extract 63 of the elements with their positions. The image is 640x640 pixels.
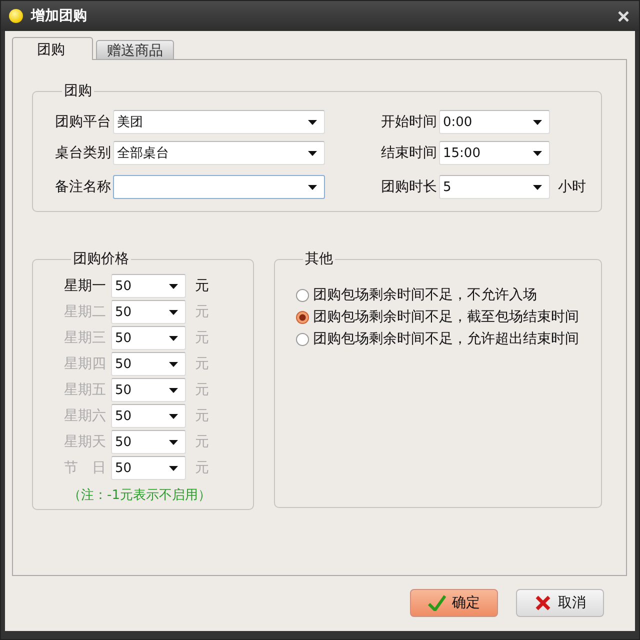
unit-label: 元 xyxy=(195,433,209,451)
field-label: 桌台类别 xyxy=(55,144,112,162)
group-title: 其他 xyxy=(304,250,334,268)
caret-icon xyxy=(169,440,178,444)
radio-button[interactable] xyxy=(296,332,309,346)
radio-button[interactable] xyxy=(296,288,309,302)
unit-label: 元 xyxy=(195,329,209,347)
unit-label: 元 xyxy=(195,459,209,477)
caret-icon xyxy=(169,310,178,314)
unit-label: 元 xyxy=(195,277,209,295)
caret-icon xyxy=(308,184,317,190)
unit-label: 小时 xyxy=(558,178,586,196)
option-label[interactable]: 团购包场剩余时间不足，不允许入场 xyxy=(313,286,537,304)
cancel-button[interactable]: 取消 xyxy=(516,589,604,617)
caret-icon xyxy=(169,362,178,366)
note-text: （注：-1元表示不启用） xyxy=(68,487,212,504)
caret-icon xyxy=(169,388,178,392)
day-label: 星期二 xyxy=(64,303,107,321)
day-label: 星期五 xyxy=(64,381,107,399)
radio-button[interactable] xyxy=(296,310,309,324)
field-label: 备注名称 xyxy=(55,178,112,196)
dropdown-field[interactable]: 5 xyxy=(439,175,550,199)
cross-icon xyxy=(534,595,552,611)
day-label: 星期六 xyxy=(64,407,107,425)
unit-label: 元 xyxy=(195,355,209,373)
option-label[interactable]: 团购包场剩余时间不足，截至包场结束时间 xyxy=(313,308,579,326)
caret-icon xyxy=(169,466,178,470)
dropdown-field[interactable]: 全部桌台 xyxy=(113,141,325,165)
caret-icon xyxy=(308,120,317,124)
tab[interactable]: 赠送商品 xyxy=(96,40,174,59)
day-label: 节 日 xyxy=(64,459,107,477)
caret-icon xyxy=(533,184,542,190)
day-label: 星期一 xyxy=(64,277,107,295)
option-label[interactable]: 团购包场剩余时间不足，允许超出结束时间 xyxy=(313,330,579,348)
checkmark-icon xyxy=(428,595,446,611)
dropdown-field[interactable]: 美团 xyxy=(113,110,325,134)
dropdown-field[interactable]: 15:00 xyxy=(439,141,550,165)
day-label: 星期三 xyxy=(64,329,107,347)
window-dot-icon xyxy=(9,9,23,23)
caret-icon xyxy=(533,120,542,124)
group-title: 团购价格 xyxy=(72,250,130,268)
day-label: 星期天 xyxy=(64,433,107,451)
dropdown-field[interactable]: 50 xyxy=(111,274,186,298)
day-label: 星期四 xyxy=(64,355,107,373)
field-label: 团购平台 xyxy=(55,113,112,131)
dropdown-field[interactable] xyxy=(113,175,325,199)
field-label: 团购时长 xyxy=(381,178,438,196)
close-icon[interactable] xyxy=(618,10,629,22)
caret-icon xyxy=(169,284,178,288)
confirm-button[interactable]: 确定 xyxy=(410,589,498,617)
caret-icon xyxy=(169,336,178,340)
caret-icon xyxy=(169,414,178,418)
field-label: 结束时间 xyxy=(381,144,438,162)
caret-icon xyxy=(308,150,317,156)
unit-label: 元 xyxy=(195,381,209,399)
window-title: 增加团购 xyxy=(31,7,88,25)
unit-label: 元 xyxy=(195,303,209,321)
dropdown-field[interactable]: 0:00 xyxy=(439,110,550,134)
unit-label: 元 xyxy=(195,407,209,425)
field-label: 开始时间 xyxy=(381,113,438,131)
caret-icon xyxy=(533,150,542,156)
group-title: 团购 xyxy=(63,82,93,100)
tab[interactable]: 团购 xyxy=(12,37,93,60)
